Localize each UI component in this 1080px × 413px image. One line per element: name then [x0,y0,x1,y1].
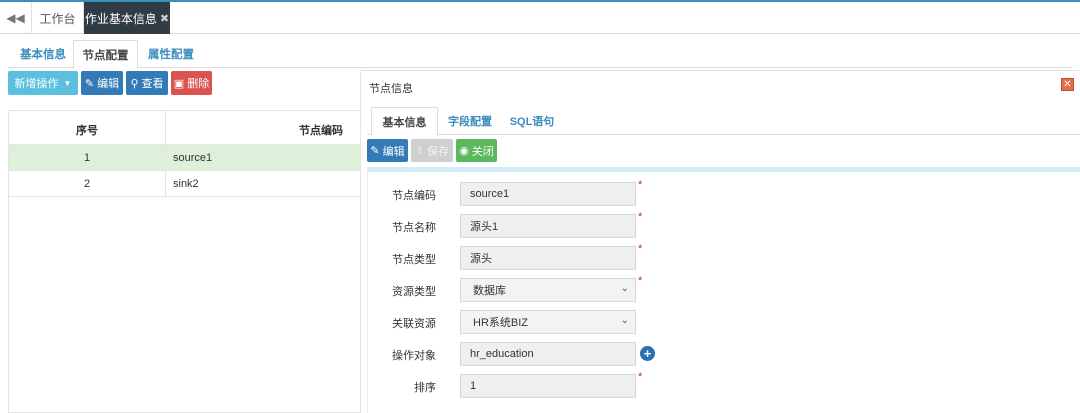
node-info-panel: 节点信息 ✕ 基本信息 字段配置 SQL语句 ✎ 编辑 ⇧ 保存 ◉ 关闭 节点… [360,70,1080,413]
table-header: 序号 节点编码 [9,111,361,145]
row-node-code: source1 [173,152,213,164]
form-row-resource-type: 资源类型 数据库 ⌄ * [368,275,1068,304]
upload-icon: ⇧ [414,145,425,157]
edit-button[interactable]: ✎ 编辑 [81,71,123,95]
node-name-field[interactable]: 源头1 [460,214,636,238]
tab-workbench-label: 工作台 [39,11,76,26]
chevron-down-icon: ⌄ [620,315,629,326]
row-index: 1 [9,145,166,171]
edit-button-label: 编辑 [97,78,120,90]
form-row-linked-resource: 关联资源 HR系统BIZ ⌄ [368,310,1068,336]
node-type-label: 节点类型 [392,254,436,266]
tab-node-config[interactable]: 节点配置 [73,40,138,69]
sort-label: 排序 [414,382,436,394]
tab-property-config[interactable]: 属性配置 [142,40,200,68]
panel-title: 节点信息 [369,83,413,95]
form-row-node-name: 节点名称 源头1 * [368,211,1068,240]
linked-resource-select[interactable]: HR系统BIZ ⌄ [460,310,636,334]
node-name-label: 节点名称 [392,222,436,234]
node-form: 节点编码 source1 * 节点名称 源头1 * 节点类型 源头 * 资源类型… [367,167,1080,413]
trash-icon: ▣ [173,77,185,90]
close-icon[interactable]: ✕ [1061,78,1074,91]
add-operation-dropdown[interactable]: 新增操作 ▼ [8,71,78,95]
form-row-node-type: 节点类型 源头 * [368,243,1068,272]
plus-circle-icon[interactable]: + [640,346,655,361]
resource-type-label: 资源类型 [392,286,436,298]
node-table: 序号 节点编码 1 source1 2 sink2 [8,110,361,413]
operation-target-field[interactable]: hr_education [460,342,636,366]
add-operation-label: 新增操作 [14,78,59,90]
circle-dot-icon: ◉ [459,145,469,157]
node-type-field[interactable]: 源头 [460,246,636,270]
required-marker: * [638,179,643,191]
tab-node-basic-info[interactable]: 基本信息 [371,107,438,136]
column-header-node-code[interactable]: 节点编码 [299,111,343,145]
panel-save-button[interactable]: ⇧ 保存 [411,139,453,162]
tab-job-basic-info-label: 作业基本信息 [84,11,157,26]
node-code-field[interactable]: source1 [460,182,636,206]
panel-close-button[interactable]: ◉ 关闭 [456,139,497,162]
chevron-down-icon: ⌄ [620,283,629,294]
linked-resource-value: HR系统BIZ [473,317,528,329]
panel-close-label: 关闭 [471,145,494,158]
form-row-operation-target: 操作对象 hr_education + [368,342,1068,368]
tab-field-config[interactable]: 字段配置 [445,107,495,135]
operation-target-label: 操作对象 [392,350,436,362]
form-row-node-code: 节点编码 source1 * [368,179,1068,208]
sub-nav-tabs: 基本信息 节点配置 属性配置 [8,40,1072,69]
panel-edit-label: 编辑 [382,145,405,158]
top-tab-bar: ◀◀ 工作台 作业基本信息 ✖ [0,0,1080,34]
tab-sql-statement[interactable]: SQL语句 [507,107,557,135]
panel-save-label: 保存 [427,145,450,158]
delete-button[interactable]: ▣ 删除 [171,71,212,95]
table-row[interactable]: 2 sink2 [9,171,361,197]
node-code-label: 节点编码 [392,190,436,202]
required-marker: * [638,371,643,383]
linked-resource-label: 关联资源 [392,318,436,330]
tab-workbench[interactable]: 工作台 [32,2,84,34]
sort-field[interactable]: 1 [460,374,636,398]
edit-icon: ✎ [84,77,95,90]
tab-job-basic-info[interactable]: 作业基本信息 ✖ [84,2,170,34]
required-marker: * [638,275,643,287]
column-header-index[interactable]: 序号 [9,111,166,145]
view-button-label: 查看 [141,78,164,90]
required-marker: * [638,243,643,255]
panel-edit-button[interactable]: ✎ 编辑 [367,139,408,162]
close-icon[interactable]: ✖ [160,12,169,25]
row-index: 2 [9,171,166,197]
tab-basic-info[interactable]: 基本信息 [14,40,72,68]
required-marker: * [638,211,643,223]
edit-icon: ✎ [370,145,380,157]
caret-down-icon: ▼ [63,78,72,88]
search-icon: ⚲ [130,77,139,90]
panel-tabs: 基本信息 字段配置 SQL语句 [367,107,1080,136]
resource-type-value: 数据库 [473,285,506,297]
double-chevron-left-icon[interactable]: ◀◀ [0,2,32,34]
table-row[interactable]: 1 source1 [9,145,361,171]
delete-button-label: 删除 [187,78,210,90]
resource-type-select[interactable]: 数据库 ⌄ [460,278,636,302]
form-row-sort: 排序 1 * [368,371,1068,400]
view-button[interactable]: ⚲ 查看 [126,71,168,95]
row-node-code: sink2 [173,178,199,190]
